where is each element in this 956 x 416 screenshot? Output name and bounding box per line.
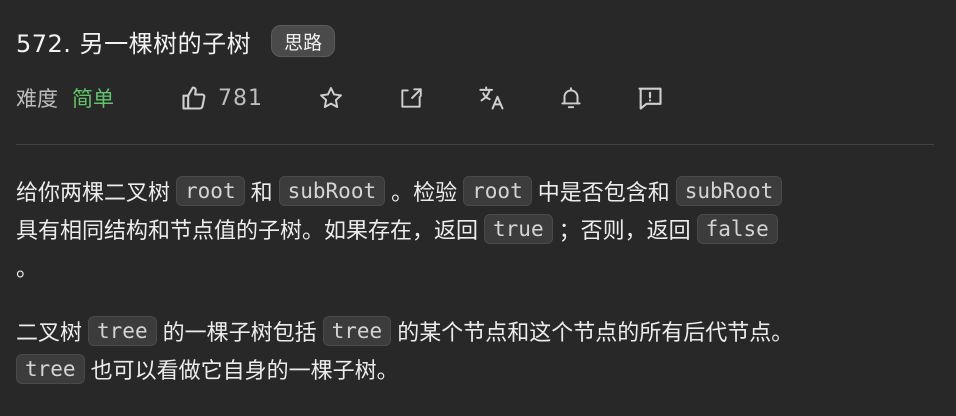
translate-icon — [478, 84, 506, 112]
inline-code: root — [176, 176, 245, 206]
inline-code: true — [484, 214, 553, 244]
description-text: 中是否包含和 — [537, 181, 670, 206]
inline-code: subRoot — [278, 176, 386, 206]
inline-code: subRoot — [675, 176, 783, 206]
problem-description: 给你两棵二叉树 root 和 subRoot 。检验 root 中是否包含和 s… — [16, 172, 936, 388]
description-text: 二叉树 — [16, 321, 83, 346]
hint-tag-button[interactable]: 思路 — [271, 25, 336, 57]
translate-button[interactable] — [478, 82, 506, 114]
description-line: 给你两棵二叉树 root 和 subRoot 。检验 root 中是否包含和 s… — [16, 172, 936, 210]
description-text: 也可以看做它自身的一棵子树。 — [90, 359, 399, 384]
thumbs-up-icon — [180, 84, 208, 112]
like-count: 781 — [218, 85, 263, 111]
notify-button[interactable] — [558, 82, 584, 114]
description-text: 和 — [250, 181, 273, 206]
difficulty-value: 简单 — [72, 87, 114, 111]
like-button[interactable]: 781 — [180, 82, 263, 114]
description-text: 具有相同结构和节点值的子树。如果存在，返回 — [16, 219, 479, 244]
description-line: tree 也可以看做它自身的一棵子树。 — [16, 350, 936, 388]
problem-title: 572. 另一棵树的子树 — [16, 29, 252, 58]
description-text: ；否则，返回 — [558, 219, 691, 244]
description-text: 的某个节点和这个节点的所有后代节点。 — [397, 321, 794, 346]
description-line: 二叉树 tree 的一棵子树包括 tree 的某个节点和这个节点的所有后代节点。 — [16, 312, 936, 350]
inline-code: false — [696, 214, 778, 244]
description-text: 。检验 — [391, 181, 458, 206]
description-text: 给你两棵二叉树 — [16, 181, 171, 206]
description-text: 的一棵子树包括 — [162, 321, 317, 346]
feedback-button[interactable] — [636, 82, 664, 114]
divider — [16, 144, 934, 145]
description-line: 。 — [16, 248, 936, 286]
inline-code: root — [463, 176, 532, 206]
feedback-icon — [636, 84, 664, 112]
description-line: 具有相同结构和节点值的子树。如果存在，返回 true ；否则，返回 false — [16, 210, 936, 248]
meta-row: 难度 简单 — [16, 80, 114, 116]
inline-code: tree — [88, 316, 157, 346]
star-icon — [318, 85, 344, 111]
favorite-button[interactable] — [318, 82, 344, 114]
title-row: 572. 另一棵树的子树 思路 — [16, 22, 336, 60]
inline-code: tree — [322, 316, 392, 346]
description-text: 。 — [16, 257, 39, 282]
share-icon — [398, 85, 424, 111]
inline-code: tree — [16, 354, 85, 384]
share-button[interactable] — [398, 82, 424, 114]
difficulty-label: 难度 — [16, 87, 58, 111]
bell-icon — [558, 85, 584, 111]
